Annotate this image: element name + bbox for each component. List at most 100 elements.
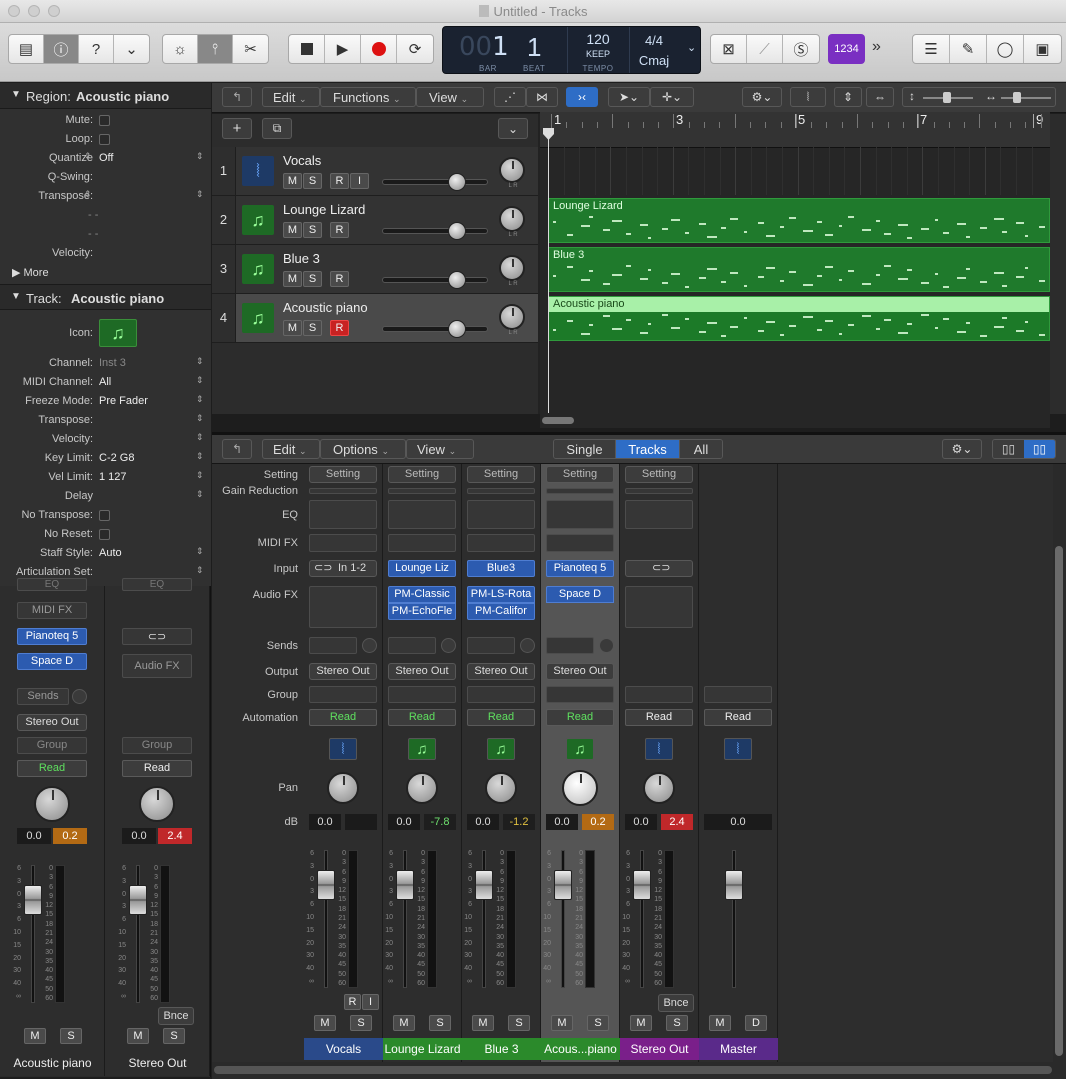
track-row[interactable]: No Reset: [0,525,211,544]
midi-region[interactable]: Lounge Lizard [548,198,1050,243]
group-slot[interactable] [467,686,535,703]
track-row[interactable]: Staff Style: Auto ⇕ [0,544,211,563]
mute-button[interactable]: M [24,1028,46,1044]
automation-mode[interactable]: Read [388,709,456,726]
automation-mode[interactable]: Read [309,709,377,726]
automation-mode[interactable]: Read [467,709,535,726]
pointer-tool-icon[interactable]: ➤⌄ [608,87,650,107]
midi-fx-slot[interactable] [388,534,456,552]
track-volume-slider[interactable] [382,326,488,332]
input-slot[interactable]: Lounge Liz [388,560,456,577]
mute-button[interactable]: M [551,1015,573,1031]
volume-fader[interactable] [725,870,743,900]
output-slot[interactable]: Stereo Out [17,714,87,731]
group-slot[interactable]: Group [122,737,192,754]
cycle-icon[interactable]: ⟳ [397,35,433,63]
record-enable-button[interactable]: R [330,320,349,336]
quick-help-icon[interactable]: ? [79,35,114,63]
pan-knob[interactable] [327,772,359,804]
empty-lane[interactable] [548,147,1050,195]
setting-button[interactable]: Setting [309,466,377,483]
solo-button[interactable]: S [303,222,322,238]
midi-fx-slot[interactable] [546,534,614,552]
audio-fx-slot[interactable]: PM-LS-Rota [467,586,535,603]
group-slot[interactable] [309,686,377,703]
track-pan-knob[interactable] [499,206,525,232]
midi-region[interactable]: Acoustic piano [548,296,1050,341]
stereo-link-icon[interactable]: ⊂⊃ [122,628,192,645]
volume-readout[interactable]: 0.0 [546,814,578,830]
audio-fx-slot[interactable] [309,586,377,628]
stop-icon[interactable] [289,35,325,63]
strip-name[interactable]: Lounge Lizard [383,1038,462,1060]
track-row[interactable]: No Transpose: [0,506,211,525]
audio-fx-slot[interactable]: PM-Classic [388,586,456,603]
mute-button[interactable]: M [283,222,302,238]
mixer-horizontal-thumb[interactable] [214,1066,1052,1074]
strip-name[interactable]: Stereo Out [620,1038,699,1060]
mixer-settings-gear-icon[interactable]: ⚙⌄ [942,439,982,459]
solo-button[interactable]: S [587,1015,609,1031]
view-menu[interactable]: View ⌄ [416,87,484,107]
eq-slot[interactable] [625,500,693,529]
mixer-scroll-thumb[interactable] [1055,546,1063,1056]
track-row[interactable]: Velocity: ⇕ [0,430,211,449]
flex-icon[interactable]: ⋈ [526,87,558,107]
audio-fx-slot[interactable]: PM-Califor [467,603,535,620]
group-slot[interactable] [704,686,772,703]
send-slot[interactable] [388,637,436,654]
volume-fader[interactable] [129,885,147,915]
track-row[interactable]: Vel Limit: 1 127 ⇕ [0,468,211,487]
functions-menu[interactable]: Functions ⌄ [320,87,416,107]
audio-fx-slot[interactable]: Audio FX [122,654,192,678]
wide-column-icon[interactable]: ▯▯ [1024,440,1055,458]
send-slot[interactable] [467,637,515,654]
mute-button[interactable]: M [630,1015,652,1031]
track-name[interactable]: Vocals [283,153,321,168]
pan-knob[interactable] [34,786,70,822]
solo-button[interactable]: S [350,1015,372,1031]
mixer-view-menu[interactable]: View ⌄ [406,439,474,459]
region-checkbox[interactable] [99,115,110,126]
sends-slot[interactable]: Sends [17,688,69,705]
global-tracks-icon[interactable]: ⌄ [498,118,528,139]
horizontal-scrollbar[interactable] [540,414,1050,428]
volume-fader[interactable] [317,870,335,900]
mixer-horizontal-scrollbar[interactable] [212,1062,1066,1079]
input-slot[interactable]: ⊂⊃ In 1-2 [309,560,377,577]
mixer-edit-menu[interactable]: Edit ⌄ [262,439,320,459]
settings-gear-icon[interactable]: ⚙⌄ [742,87,782,107]
overflow-chevron-icon[interactable]: » [872,38,881,56]
stepper-icon[interactable]: ⇕ [84,189,92,200]
mute-button[interactable]: M [314,1015,336,1031]
filter-tracks[interactable]: Tracks [616,440,680,458]
output-slot[interactable]: Stereo Out [546,663,614,680]
horizontal-zoom-thumb[interactable] [1013,92,1021,103]
stepper-icon[interactable]: ⇕ [196,189,204,200]
setting-button[interactable]: Setting [388,466,456,483]
tuner-icon[interactable]: ⟋ [747,35,783,63]
replace-icon[interactable]: ⊠ [711,35,747,63]
group-slot[interactable] [625,686,693,703]
track-volume-thumb[interactable] [448,271,466,289]
input-slot[interactable]: Pianoteq 5 [546,560,614,577]
automation-mode[interactable]: Read [546,709,614,726]
mute-button[interactable]: M [127,1028,149,1044]
waveform-icon[interactable]: ⦚ [645,738,673,760]
track-volume-thumb[interactable] [448,222,466,240]
volume-readout[interactable]: 0.0 [17,828,51,844]
track-header[interactable]: ▼ Track: Acoustic piano [0,284,211,310]
automation-icon[interactable]: ⋰ [494,87,526,107]
eq-slot[interactable]: EQ [122,578,192,591]
horizontal-scroll-thumb[interactable] [542,417,574,424]
horizontal-fit-icon[interactable]: ⇔ [866,87,894,107]
vertical-zoom-thumb[interactable] [943,92,951,103]
track-volume-slider[interactable] [382,228,488,234]
volume-readout[interactable]: 0.0 [704,814,772,830]
track-pan-knob[interactable] [499,157,525,183]
output-slot[interactable]: Stereo Out [467,663,535,680]
waveform-icon[interactable]: ⦚ [724,738,752,760]
eq-slot[interactable] [388,500,456,529]
audio-fx-slot[interactable] [625,586,693,628]
track-volume-slider[interactable] [382,277,488,283]
